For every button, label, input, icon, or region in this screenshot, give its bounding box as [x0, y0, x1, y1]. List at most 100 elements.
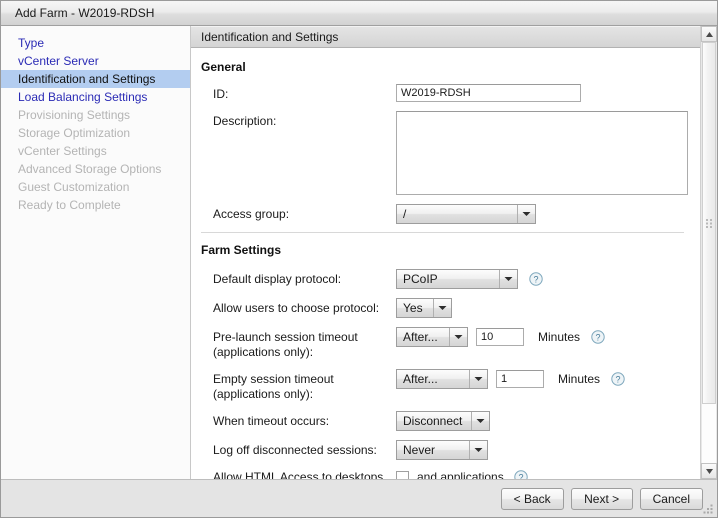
- content-scrollbar[interactable]: [700, 26, 717, 479]
- wizard-steps-sidebar: Type vCenter Server Identification and S…: [1, 26, 191, 479]
- scrollbar-track[interactable]: [701, 42, 717, 463]
- resize-grip-icon[interactable]: [702, 503, 714, 515]
- next-button[interactable]: Next >: [570, 487, 633, 510]
- chevron-down-icon: [469, 370, 487, 388]
- when-timeout-occurs-control: Disconnect: [396, 411, 490, 431]
- default-protocol-row: Default display protocol: PCoIP ?: [191, 269, 700, 289]
- id-control: [396, 84, 581, 102]
- html-access-checkbox[interactable]: [396, 471, 409, 479]
- access-group-value: /: [403, 207, 407, 221]
- svg-text:?: ?: [518, 472, 523, 479]
- content-scroll-area: General ID: Description:: [191, 48, 700, 479]
- sidebar-item-vcenter-settings: vCenter Settings: [18, 144, 107, 158]
- empty-timeout-minutes-input[interactable]: [496, 370, 544, 388]
- sidebar-item-type[interactable]: Type: [1, 34, 190, 52]
- empty-timeout-control: After... Minutes ?: [396, 369, 625, 389]
- sidebar-item-identification-and-settings[interactable]: Identification and Settings: [1, 70, 190, 88]
- content-header-title: Identification and Settings: [201, 30, 339, 44]
- allow-choose-protocol-label: Allow users to choose protocol:: [213, 301, 380, 315]
- scroll-down-button[interactable]: [701, 463, 717, 479]
- access-group-control: /: [396, 204, 536, 224]
- access-group-dropdown[interactable]: /: [396, 204, 536, 224]
- sidebar-item-guest-customization: Guest Customization: [18, 180, 130, 194]
- chevron-down-icon: [449, 328, 467, 346]
- chevron-down-icon: [471, 412, 489, 430]
- logoff-disconnected-value: Never: [403, 443, 436, 457]
- when-timeout-occurs-label: When timeout occurs:: [213, 414, 330, 428]
- logoff-disconnected-dropdown[interactable]: Never: [396, 440, 488, 460]
- description-label: Description:: [213, 114, 277, 128]
- add-farm-dialog: Add Farm - W2019-RDSH Type vCenter Serve…: [0, 0, 718, 518]
- id-label: ID:: [213, 87, 229, 101]
- help-icon[interactable]: ?: [514, 470, 528, 479]
- dialog-body: Type vCenter Server Identification and S…: [1, 26, 717, 479]
- html-access-label: Allow HTML Access to desktops: [213, 470, 384, 479]
- back-button[interactable]: < Back: [500, 487, 564, 510]
- general-section-title: General: [201, 60, 246, 74]
- grip-dots-icon: [705, 218, 712, 228]
- prelaunch-timeout-mode-dropdown[interactable]: After...: [396, 327, 468, 347]
- default-protocol-value: PCoIP: [403, 272, 438, 286]
- when-timeout-occurs-row: When timeout occurs: Disconnect: [191, 411, 700, 431]
- scrollbar-thumb[interactable]: [702, 42, 716, 405]
- sidebar-item-vcenter-server[interactable]: vCenter Server: [1, 52, 190, 70]
- prelaunch-timeout-minutes-input[interactable]: [476, 328, 524, 346]
- chevron-down-icon: [433, 299, 451, 317]
- empty-timeout-mode-dropdown[interactable]: After...: [396, 369, 488, 389]
- prelaunch-timeout-mode-value: After...: [403, 330, 438, 344]
- content-inner: General ID: Description:: [191, 48, 700, 460]
- dialog-footer: < Back Next > Cancel: [1, 479, 717, 517]
- chevron-down-icon: [469, 441, 487, 459]
- id-row: ID:: [191, 84, 700, 102]
- help-icon[interactable]: ?: [611, 372, 625, 386]
- prelaunch-timeout-unit: Minutes: [538, 330, 581, 344]
- prelaunch-timeout-control: After... Minutes ?: [396, 327, 605, 347]
- allow-choose-protocol-value: Yes: [403, 301, 423, 315]
- farm-id-input[interactable]: [396, 84, 581, 102]
- help-icon[interactable]: ?: [529, 272, 543, 286]
- content-header-bar: Identification and Settings: [191, 26, 700, 48]
- svg-text:?: ?: [596, 332, 601, 342]
- sidebar-item-provisioning-settings: Provisioning Settings: [18, 108, 131, 122]
- cancel-button[interactable]: Cancel: [639, 487, 703, 510]
- svg-text:?: ?: [533, 274, 538, 284]
- svg-text:?: ?: [616, 374, 621, 384]
- default-protocol-control: PCoIP ?: [396, 269, 543, 289]
- html-access-row-clipped: Allow HTML Access to desktops and applic…: [191, 470, 700, 479]
- allow-choose-protocol-dropdown[interactable]: Yes: [396, 298, 452, 318]
- chevron-down-icon: [499, 270, 517, 288]
- sidebar-item-ready-to-complete: Ready to Complete: [18, 198, 121, 212]
- html-access-row-inner: Allow HTML Access to desktops and applic…: [191, 470, 700, 479]
- description-row: Description:: [191, 111, 700, 195]
- allow-choose-protocol-control: Yes: [396, 298, 452, 318]
- section-divider: [201, 232, 684, 233]
- farm-description-textarea[interactable]: [396, 111, 688, 195]
- sidebar-item-storage-optimization: Storage Optimization: [18, 126, 131, 140]
- logoff-disconnected-row: Log off disconnected sessions: Never: [191, 440, 700, 460]
- allow-choose-protocol-row: Allow users to choose protocol: Yes: [191, 298, 700, 318]
- access-group-label: Access group:: [213, 207, 290, 221]
- scroll-up-button[interactable]: [701, 26, 717, 42]
- help-icon[interactable]: ?: [591, 330, 605, 344]
- farm-settings-section-title: Farm Settings: [201, 243, 282, 257]
- default-protocol-dropdown[interactable]: PCoIP: [396, 269, 518, 289]
- sidebar-item-advanced-storage-options: Advanced Storage Options: [18, 162, 162, 176]
- when-timeout-occurs-dropdown[interactable]: Disconnect: [396, 411, 490, 431]
- empty-timeout-label: Empty session timeout (applications only…: [213, 372, 334, 401]
- prelaunch-timeout-label: Pre-launch session timeout (applications…: [213, 330, 358, 359]
- default-protocol-label: Default display protocol:: [213, 272, 342, 286]
- chevron-down-icon: [517, 205, 535, 223]
- when-timeout-occurs-value: Disconnect: [403, 414, 463, 428]
- content-column: Identification and Settings General ID: …: [191, 26, 700, 479]
- window-title: Add Farm - W2019-RDSH: [15, 6, 155, 20]
- html-access-suffix-label: and applications: [417, 470, 504, 479]
- logoff-disconnected-label: Log off disconnected sessions:: [213, 443, 377, 457]
- logoff-disconnected-control: Never: [396, 440, 488, 460]
- description-control: [396, 111, 688, 195]
- sidebar-item-load-balancing-settings[interactable]: Load Balancing Settings: [1, 88, 190, 106]
- access-group-row: Access group: /: [191, 204, 700, 224]
- empty-timeout-unit: Minutes: [558, 372, 601, 386]
- window-titlebar: Add Farm - W2019-RDSH: [1, 1, 717, 26]
- prelaunch-timeout-row: Pre-launch session timeout (applications…: [191, 327, 700, 360]
- empty-timeout-row: Empty session timeout (applications only…: [191, 369, 700, 402]
